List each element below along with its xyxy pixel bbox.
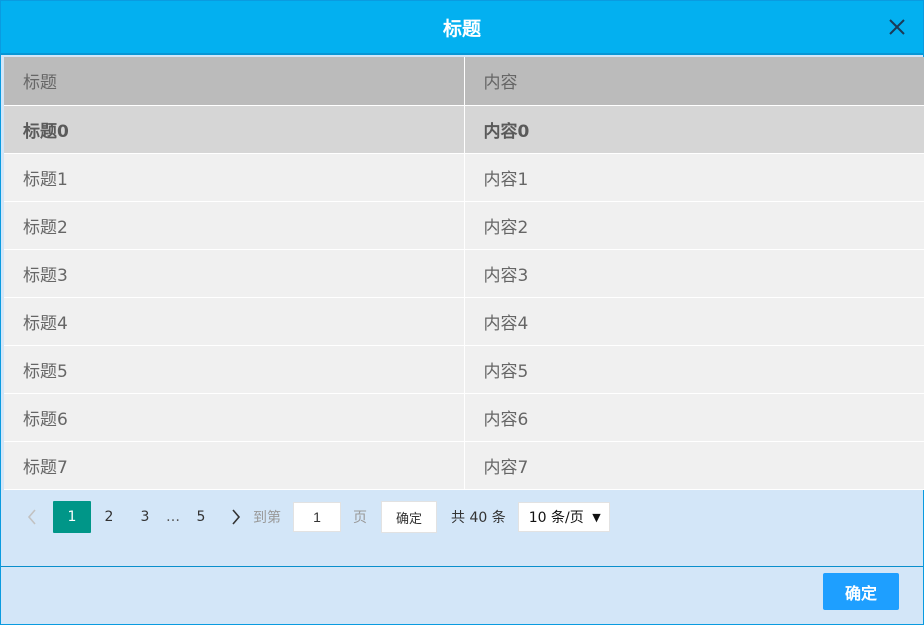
page-size-select[interactable]: 10 条/页 ▼ — [517, 502, 610, 532]
table-row[interactable]: 标题4 内容4 — [4, 297, 924, 346]
table-row[interactable]: 标题1 内容1 — [4, 153, 924, 202]
page-button-2[interactable]: 2 — [91, 501, 127, 533]
cell-title: 标题1 — [4, 153, 465, 202]
caret-down-icon: ▼ — [592, 510, 601, 524]
pagination: 1 2 3 … 5 到第 页 确定 共 40 条 10 条/页 ▼ — [19, 501, 610, 533]
dialog-header: 标题 — [1, 1, 923, 55]
cell-title: 标题4 — [4, 297, 465, 346]
footer-divider — [1, 566, 923, 567]
table-row[interactable]: 标题0 内容0 — [4, 105, 924, 154]
next-page-icon[interactable] — [219, 501, 253, 533]
page-size-value: 10 条/页 — [528, 510, 584, 526]
cell-content: 内容7 — [464, 441, 924, 490]
ok-button[interactable]: 确定 — [823, 573, 899, 610]
goto-prefix: 到第 — [253, 510, 281, 526]
cell-content: 内容1 — [464, 153, 924, 202]
cell-content: 内容3 — [464, 249, 924, 298]
table-row[interactable]: 标题5 内容5 — [4, 345, 924, 394]
cell-title: 标题3 — [4, 249, 465, 298]
column-header-content: 内容 — [464, 57, 924, 106]
column-header-title: 标题 — [4, 57, 465, 106]
cell-title: 标题5 — [4, 345, 465, 394]
cell-content: 内容5 — [464, 345, 924, 394]
goto-suffix: 页 — [353, 510, 367, 526]
page-button-1[interactable]: 1 — [53, 501, 91, 533]
dialog: 标题 标题 内容 标题0 内容0 标题1 内容1 标题2 内容2 标题3 内容3… — [0, 0, 924, 625]
cell-content: 内容4 — [464, 297, 924, 346]
prev-page-icon[interactable] — [19, 501, 45, 533]
cell-title: 标题2 — [4, 201, 465, 250]
goto-confirm-button[interactable]: 确定 — [381, 501, 438, 533]
page-button-5[interactable]: 5 — [183, 501, 219, 533]
total-count: 共 40 条 — [451, 510, 506, 526]
cell-content: 内容6 — [464, 393, 924, 442]
page-button-3[interactable]: 3 — [127, 501, 163, 533]
table-row[interactable]: 标题2 内容2 — [4, 201, 924, 250]
table-header-row: 标题 内容 — [4, 57, 924, 106]
cell-title: 标题6 — [4, 393, 465, 442]
cell-title: 标题7 — [4, 441, 465, 490]
dialog-title: 标题 — [442, 17, 481, 40]
data-table: 标题 内容 标题0 内容0 标题1 内容1 标题2 内容2 标题3 内容3 标题… — [4, 57, 924, 490]
page-ellipsis: … — [166, 509, 180, 525]
table-row[interactable]: 标题7 内容7 — [4, 441, 924, 490]
table-row[interactable]: 标题6 内容6 — [4, 393, 924, 442]
goto-page-input[interactable] — [293, 502, 341, 532]
cell-content: 内容2 — [464, 201, 924, 250]
table-row[interactable]: 标题3 内容3 — [4, 249, 924, 298]
cell-title: 标题0 — [4, 105, 465, 154]
cell-content: 内容0 — [464, 105, 924, 154]
close-icon[interactable] — [887, 17, 907, 37]
